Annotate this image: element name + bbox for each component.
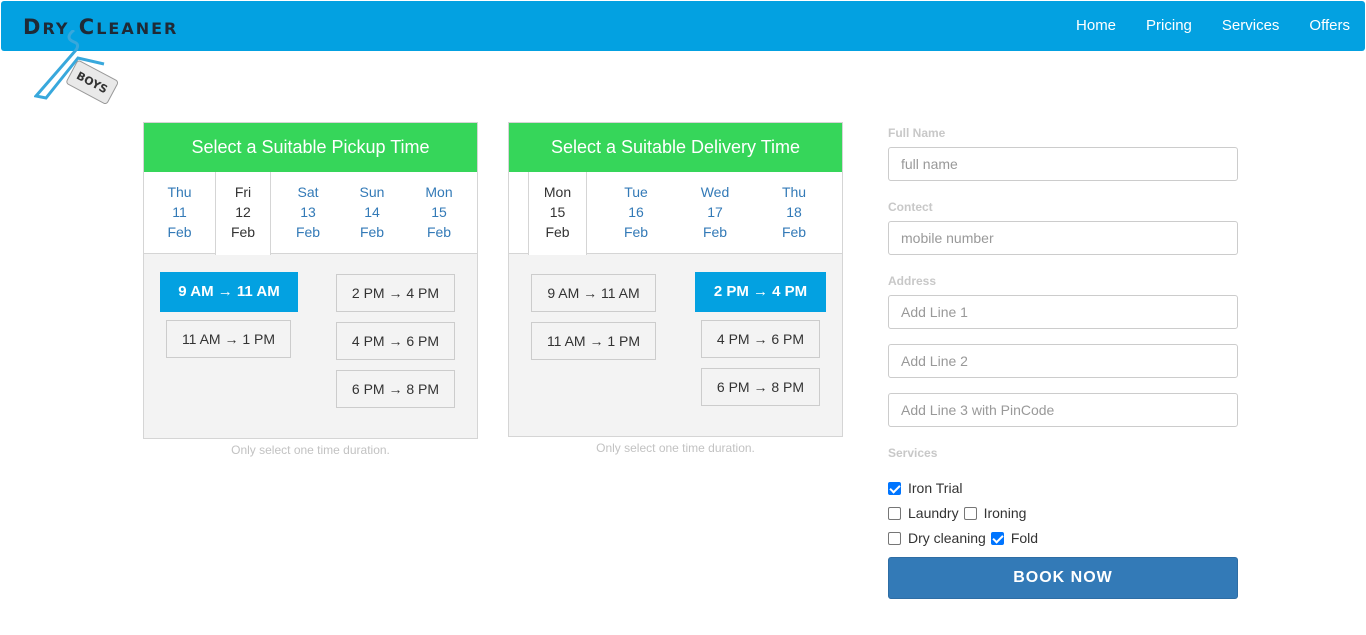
service-label: Ironing [983,505,1027,521]
service-label: Iron Trial [908,480,963,496]
iron-trial-checkbox[interactable] [888,481,901,495]
pickup-day-selector: Thu 11 Feb Fri 12 Feb Sat 13 Feb Sun 14 … [144,172,477,255]
pickup-hint: Only select one time duration. [231,443,390,457]
pickup-slot-2-4[interactable]: 2 PM → 4 PM [336,274,455,312]
day-date: 11 [172,204,187,220]
pickup-day-fri[interactable]: Fri 12 Feb [215,172,271,255]
nav-offers[interactable]: Offers [1294,1,1365,51]
service-label: Laundry [908,505,959,521]
day-date: 13 [300,204,316,220]
day-month: Feb [167,224,192,240]
day-month: Feb [230,224,256,240]
day-name: Wed [700,184,730,200]
day-date: 15 [549,204,566,220]
day-date: 12 [235,204,251,220]
day-month: Feb [295,224,321,240]
hanger-logo-icon: BOYS [34,30,119,104]
services-row-2: Laundry Ironing [888,505,1031,521]
pickup-slot-4-6[interactable]: 4 PM → 6 PM [336,322,455,360]
services-row-3: Dry cleaning Fold [888,530,1043,546]
service-dry-cleaning[interactable]: Dry cleaning [888,530,986,546]
nav-services[interactable]: Services [1207,1,1295,51]
full-name-input[interactable]: full name [888,147,1238,181]
service-fold[interactable]: Fold [990,530,1039,546]
service-ironing[interactable]: Ironing [963,505,1027,521]
day-month: Feb [359,224,385,240]
day-name: Sat [297,184,319,200]
nav-home[interactable]: Home [1061,1,1131,51]
pickup-slot-9-11[interactable]: 9 AM → 11 AM [160,272,298,312]
day-month: Feb [623,224,649,240]
pickup-day-mon[interactable]: Mon 15 Feb [409,172,469,254]
day-date: 15 [431,204,447,220]
address-line2-input[interactable]: Add Line 2 [888,344,1238,378]
delivery-panel: Select a Suitable Delivery Time Mon 15 F… [508,122,843,437]
delivery-slot-11-1[interactable]: 11 AM → 1 PM [531,322,656,360]
contact-label: Contect [888,200,933,214]
delivery-day-wed[interactable]: Wed 17 Feb [685,172,745,254]
day-date: 18 [786,204,802,220]
delivery-slot-4-6[interactable]: 4 PM → 6 PM [701,320,820,358]
ironing-checkbox[interactable] [963,506,977,520]
day-name: Mon [543,184,572,200]
delivery-day-thu[interactable]: Thu 18 Feb [764,172,824,254]
address-line1-input[interactable]: Add Line 1 [888,295,1238,329]
navbar: DRY CLEANER Home Pricing Services Offers [1,1,1365,51]
nav-pricing[interactable]: Pricing [1131,1,1207,51]
service-laundry[interactable]: Laundry [888,505,959,521]
day-month: Feb [781,224,807,240]
pickup-slot-6-8[interactable]: 6 PM → 8 PM [336,370,455,408]
day-name: Tue [624,184,648,200]
day-name: Thu [781,184,807,200]
delivery-slot-6-8[interactable]: 6 PM → 8 PM [701,368,820,406]
delivery-hint: Only select one time duration. [596,441,755,455]
day-month: Feb [702,224,728,240]
delivery-slot-2-4[interactable]: 2 PM → 4 PM [695,272,826,312]
services-row-1: Iron Trial [888,480,967,496]
delivery-title: Select a Suitable Delivery Time [509,123,842,172]
nav-links: Home Pricing Services Offers [1061,1,1365,51]
address-line3-input[interactable]: Add Line 3 with PinCode [888,393,1238,427]
fold-checkbox[interactable] [990,531,1004,545]
delivery-day-mon[interactable]: Mon 15 Feb [528,172,587,255]
pickup-panel: Select a Suitable Pickup Time Thu 11 Feb… [143,122,478,439]
mobile-number-input[interactable]: mobile number [888,221,1238,255]
service-label: Fold [1010,530,1039,546]
pickup-day-sat[interactable]: Sat 13 Feb [278,172,338,254]
pickup-day-thu[interactable]: Thu 11 Feb [144,172,215,254]
address-label: Address [888,274,937,288]
pickup-slot-11-1[interactable]: 11 AM → 1 PM [166,320,291,358]
day-date: 14 [364,204,380,220]
full-name-label: Full Name [888,126,946,140]
service-iron-trial[interactable]: Iron Trial [888,480,962,496]
day-date: 16 [628,204,644,220]
delivery-day-selector: Mon 15 Feb Tue 16 Feb Wed 17 Feb Thu 18 … [509,172,842,255]
day-month: Feb [545,224,570,240]
day-name: Sun [359,184,385,200]
day-month: Feb [426,224,452,240]
pickup-day-sun[interactable]: Sun 14 Feb [342,172,402,254]
book-now-button[interactable]: BOOK NOW [888,557,1238,599]
day-name: Thu [167,184,192,200]
delivery-day-tue[interactable]: Tue 16 Feb [606,172,666,254]
laundry-checkbox[interactable] [888,506,901,520]
day-date: 17 [707,204,723,220]
day-name: Fri [234,184,252,200]
pickup-title: Select a Suitable Pickup Time [144,123,477,172]
service-label: Dry cleaning [908,530,986,546]
day-name: Mon [425,184,453,200]
delivery-slot-9-11[interactable]: 9 AM → 11 AM [531,274,656,312]
services-label: Services [888,446,938,460]
dry-cleaning-checkbox[interactable] [888,531,901,545]
